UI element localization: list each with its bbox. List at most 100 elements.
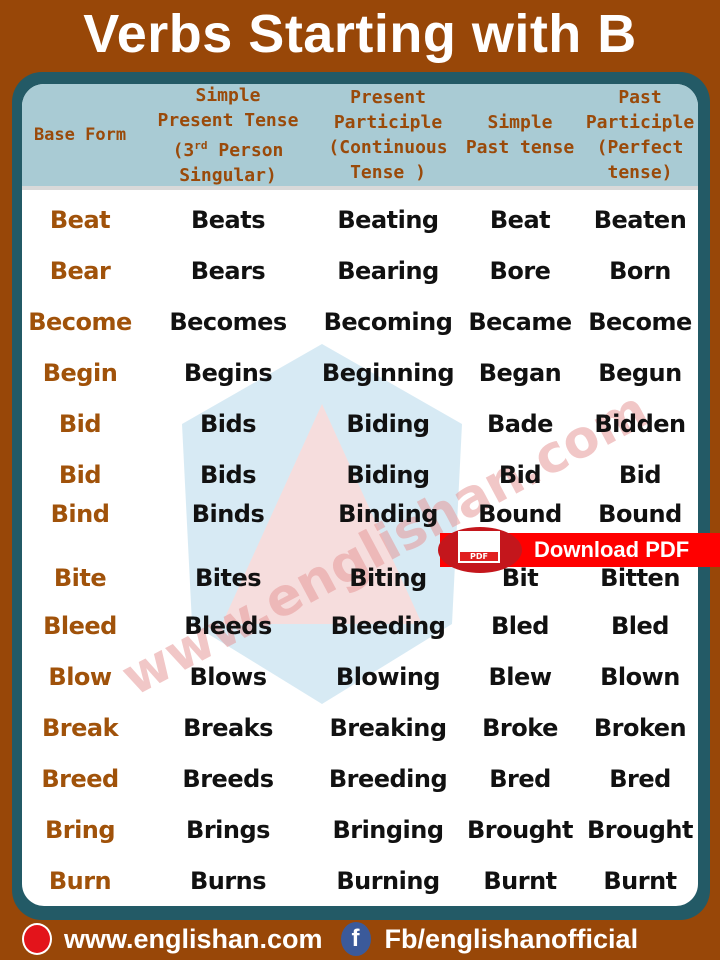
download-pdf-button[interactable]: PDF Download PDF [438,527,720,573]
header-line: Tense ) [350,162,426,183]
table-row: Begin Begins Beginning Began Begun [22,347,698,398]
cell-base-form: Become [28,307,132,336]
header-base-form: Base Form [33,124,127,145]
cell-present-participle: Burning [336,866,440,895]
cell-present-participle: Bearing [337,256,439,285]
cell-past-participle: Burnt [603,866,677,895]
cell-simple-past: Blew [488,662,552,691]
table-row: Bring Brings Bringing Brought Brought [22,804,698,855]
header-simple-past: Simple Past tense [458,110,582,160]
cell-simple-present: Bleeds [184,611,272,640]
cell-present-participle: Beginning [321,358,455,387]
cell-simple-present: Brings [186,815,270,844]
table-row: Bleed Bleeds Bleeding Bled Bled [22,600,698,651]
cell-past-participle: Become [588,307,692,336]
cell-simple-past: Broke [482,713,558,742]
header-past-participle: Past Participle (Perfect tense) [582,85,698,185]
cell-simple-present: Burns [189,866,267,895]
table-row: Become Becomes Becoming Became Become [22,296,698,347]
header-simple-present: Simple Present Tense (3rd Person Singula… [138,84,318,188]
cell-present-participle: Biding [346,409,430,438]
table-row: Break Breaks Breaking Broke Broken [22,702,698,753]
cell-simple-present: Breeds [182,764,274,793]
cell-base-form: Bind [50,499,110,528]
cell-simple-past: Bid [498,460,542,489]
download-pdf-label: Download PDF [534,537,690,562]
globe-icon [22,923,52,955]
header-line: Present [350,87,426,108]
header-line: (3rd Person [138,133,318,163]
cell-past-participle: Brought [587,815,693,844]
header-line: Simple [487,112,553,133]
cell-simple-past: Began [478,358,562,387]
cell-simple-past: Beat [489,205,551,234]
cell-base-form: Bleed [43,611,117,640]
header-line: Past tense [465,137,575,158]
cell-present-participle: Biding [346,460,430,489]
cell-present-participle: Bleeding [330,611,446,640]
cell-simple-past: Bound [478,499,562,528]
footer: www.englishan.com f Fb/englishanofficial [0,918,720,960]
cell-past-participle: Beaten [593,205,687,234]
cell-simple-present: Breaks [183,713,273,742]
cell-base-form: Beat [49,205,111,234]
cell-past-participle: Begun [598,358,682,387]
header-line: Participle [585,112,695,133]
pdf-icon-text: PDF [460,552,498,561]
cell-simple-present: Beats [190,205,266,234]
cell-simple-past: Bred [489,764,551,793]
header-line: Present Tense [157,109,299,131]
cell-simple-present: Blows [189,662,267,691]
cell-present-participle: Blowing [335,662,441,691]
header-present-participle: Present Participle (Continuous Tense ) [318,85,458,185]
header-line: (Perfect [596,137,684,158]
cell-base-form: Burn [48,866,112,895]
facebook-icon: f [340,922,371,956]
cell-simple-past: Brought [467,815,573,844]
cell-present-participle: Becoming [323,307,453,336]
header-line: Participle [333,112,443,133]
cell-past-participle: Bidden [594,409,686,438]
page-title: Verbs Starting with B [83,4,637,64]
table-row: Bind Binds Binding Bound Bound [22,492,698,535]
cell-base-form: Break [41,713,119,742]
table-row: Beat Beats Beating Beat Beaten [22,194,698,245]
cell-present-participle: Breeding [328,764,448,793]
cell-past-participle: Bred [609,764,671,793]
table-header: Base Form Simple Present Tense (3rd Pers… [22,84,698,190]
pdf-file-icon: PDF [458,531,500,563]
cell-present-participle: Beating [337,205,439,234]
table-row: Breed Breeds Breeding Bred Bred [22,753,698,804]
website-link[interactable]: www.englishan.com [64,924,323,955]
header-line: Singular) [179,164,277,186]
cell-past-participle: Bid [618,460,662,489]
cell-past-participle: Broken [593,713,687,742]
cell-base-form: Breed [41,764,119,793]
header-line: (Continuous [328,137,448,158]
cell-present-participle: Binding [338,499,438,528]
cell-simple-past: Bled [491,611,549,640]
cell-present-participle: Breaking [329,713,447,742]
facebook-link[interactable]: Fb/englishanofficial [385,924,639,955]
header-line: Past [618,87,662,108]
table-row: Burn Burns Burning Burnt Burnt [22,855,698,906]
cell-past-participle: Born [609,256,671,285]
table-row: Bear Bears Bearing Bore Born [22,245,698,296]
cell-simple-present: Begins [183,358,273,387]
verb-table-panel: www.englishan.com Base Form Simple Prese… [12,72,710,920]
table-row: Blow Blows Blowing Blew Blown [22,651,698,702]
cell-past-participle: Bound [598,499,682,528]
cell-simple-past: Bore [489,256,551,285]
cell-simple-past: Burnt [483,866,557,895]
cell-base-form: Bear [49,256,111,285]
cell-past-participle: Bled [611,611,669,640]
cell-simple-present: Becomes [169,307,287,336]
cell-base-form: Begin [42,358,118,387]
header-line: tense) [607,162,673,183]
header-text: Person [207,139,284,161]
cell-base-form: Bite [53,563,107,592]
cell-present-participle: Bringing [332,815,444,844]
cell-simple-present: Binds [191,499,265,528]
table-row: Bid Bids Biding Bade Bidden [22,398,698,449]
cell-base-form: Bring [44,815,116,844]
